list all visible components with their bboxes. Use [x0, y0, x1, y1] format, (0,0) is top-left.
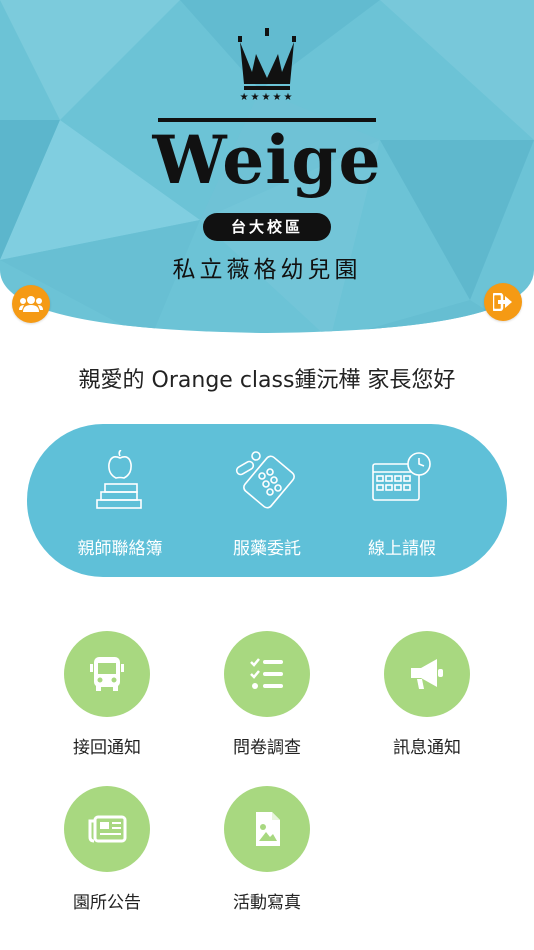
pills-icon: [235, 451, 295, 509]
greeting-text: 親愛的 Orange class鍾沅樺 家長您好: [78, 368, 456, 393]
contact-book-button[interactable]: 親師聯絡簿: [45, 424, 195, 577]
bus-icon: [90, 657, 124, 691]
contact-book-label: 親師聯絡簿: [77, 539, 163, 559]
activity-photos-button[interactable]: 活動寫真: [192, 786, 342, 916]
checklist-icon: [250, 658, 283, 689]
apple-books-icon: [96, 450, 142, 509]
message-notice-circle: [384, 631, 470, 717]
announcement-circle: [64, 786, 150, 872]
users-icon: [19, 296, 43, 312]
pickup-notice-circle: [64, 631, 150, 717]
campus-badge: 台大校區: [203, 213, 331, 241]
pickup-notice-label: 接回通知: [73, 738, 141, 758]
logout-button[interactable]: [484, 283, 522, 321]
announcement-button[interactable]: 園所公告: [32, 786, 182, 916]
calendar-clock-icon: [372, 452, 431, 501]
message-notice-label: 訊息通知: [393, 738, 461, 758]
photo-file-icon: [256, 812, 280, 846]
activity-photos-circle: [224, 786, 310, 872]
newspaper-icon: [88, 815, 127, 843]
activity-photos-label: 活動寫真: [233, 893, 301, 913]
leave-request-button[interactable]: 線上請假: [327, 424, 477, 577]
medication-request-button[interactable]: 服藥委託: [192, 424, 342, 577]
message-notice-button[interactable]: 訊息通知: [352, 631, 502, 761]
school-logo: ★★★★★ Weige 台大校區 私立薇格幼兒園: [0, 0, 534, 340]
header-banner: ★★★★★ Weige 台大校區 私立薇格幼兒園: [0, 0, 534, 340]
primary-features-panel: 親師聯絡簿 服藥委託 線上請假: [27, 424, 507, 577]
brand-title: Weige: [152, 121, 382, 199]
megaphone-icon: [411, 659, 443, 689]
announcement-label: 園所公告: [73, 893, 141, 913]
pickup-notice-button[interactable]: 接回通知: [32, 631, 182, 761]
leave-request-label: 線上請假: [368, 539, 436, 559]
school-name: 私立薇格幼兒園: [172, 257, 362, 283]
members-button[interactable]: [12, 285, 50, 323]
survey-label: 問卷調查: [233, 738, 301, 758]
medication-request-label: 服藥委託: [233, 539, 301, 559]
sign-out-icon: [493, 293, 512, 311]
stars-row: ★★★★★: [239, 92, 295, 103]
survey-circle: [224, 631, 310, 717]
survey-button[interactable]: 問卷調查: [192, 631, 342, 761]
